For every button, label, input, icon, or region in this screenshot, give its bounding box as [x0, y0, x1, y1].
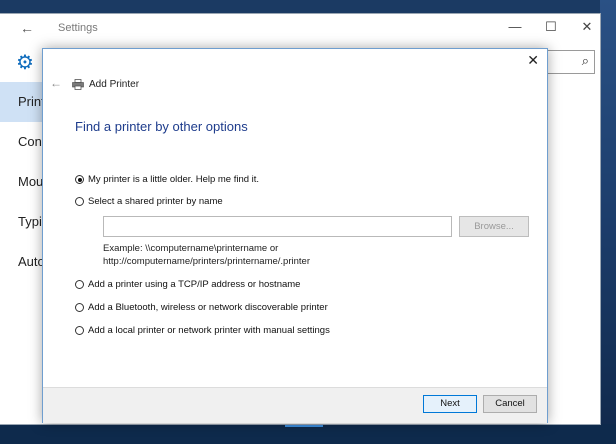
radio-tcpip[interactable]: [75, 280, 84, 289]
search-icon[interactable]: ⌕: [582, 53, 589, 69]
browse-button[interactable]: Browse...: [459, 216, 529, 237]
sidebar-item-autoplay[interactable]: Auto: [0, 242, 42, 282]
example-text: Example: \\computername\printername or h…: [103, 242, 310, 268]
option-label: My printer is a little older. Help me fi…: [88, 174, 260, 185]
dialog-back-button[interactable]: ←: [50, 76, 62, 90]
sidebar-item-typing[interactable]: Typi: [0, 202, 42, 242]
option-shared-printer[interactable]: Select a shared printer by name: [75, 196, 223, 207]
option-bluetooth[interactable]: Add a Bluetooth, wireless or network dis…: [75, 302, 328, 313]
settings-title: Settings: [58, 22, 98, 34]
dialog-footer: Next Cancel: [43, 387, 547, 423]
settings-search-input[interactable]: ⌕: [545, 50, 595, 74]
printer-icon: [72, 79, 84, 90]
settings-titlebar: ← Settings — ☐ ✕: [0, 14, 600, 44]
taskbar-active-indicator: [285, 424, 323, 427]
settings-close-button[interactable]: ✕: [577, 19, 597, 35]
sidebar-item-connected[interactable]: Con: [0, 122, 42, 162]
example-line-1: Example: \\computername\printername or: [103, 243, 279, 254]
desktop-background: [600, 0, 616, 444]
option-label: Select a shared printer by name: [88, 196, 223, 207]
add-printer-dialog: ✕ ← Add Printer Find a printer by other …: [42, 48, 548, 423]
next-button[interactable]: Next: [423, 395, 477, 413]
option-older-printer[interactable]: My printer is a little older. Help me fi…: [75, 174, 259, 185]
shared-printer-name-input[interactable]: [103, 216, 452, 237]
option-local[interactable]: Add a local printer or network printer w…: [75, 325, 330, 336]
option-label: Add a printer using a TCP/IP address or …: [88, 279, 301, 290]
sidebar-item-mouse[interactable]: Mou: [0, 162, 42, 202]
dialog-close-button[interactable]: ✕: [527, 52, 539, 69]
option-tcpip[interactable]: Add a printer using a TCP/IP address or …: [75, 279, 300, 290]
option-label: Add a local printer or network printer w…: [88, 325, 330, 336]
cancel-button[interactable]: Cancel: [483, 395, 537, 413]
minimize-button[interactable]: —: [505, 19, 525, 34]
option-label: Add a Bluetooth, wireless or network dis…: [88, 302, 328, 313]
example-line-2: http://computername/printers/printername…: [103, 256, 310, 267]
settings-back-button[interactable]: ←: [20, 20, 34, 36]
dialog-title: Add Printer: [89, 79, 140, 90]
taskbar: [0, 424, 616, 444]
radio-bluetooth[interactable]: [75, 303, 84, 312]
radio-older-printer[interactable]: [75, 175, 84, 184]
gear-icon[interactable]: ⚙: [16, 50, 38, 74]
sidebar-item-printers[interactable]: Printers: [0, 82, 42, 122]
radio-local[interactable]: [75, 326, 84, 335]
page-title: Find a printer by other options: [75, 119, 248, 134]
maximize-button[interactable]: ☐: [541, 19, 561, 35]
radio-shared-printer[interactable]: [75, 197, 84, 206]
